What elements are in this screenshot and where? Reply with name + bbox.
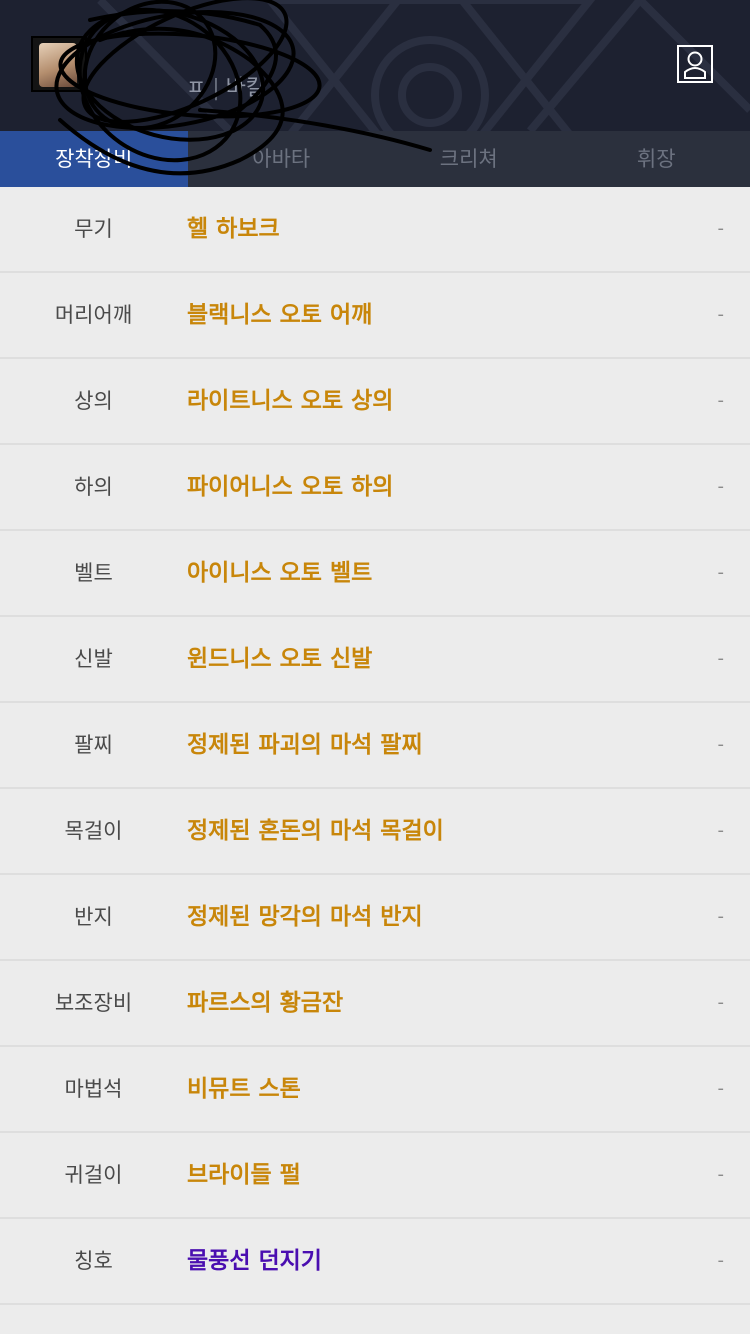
list-item[interactable]: 칭호 물풍선 던지기 - [0,1219,750,1305]
character-server: 바칼 [225,76,267,101]
slot-label: 상의 [74,389,113,413]
item-status: - [717,648,725,669]
item-name: 라이트니스 오토 상의 [187,388,394,414]
item-status: - [717,218,725,239]
item-status: - [717,1078,725,1099]
item-status: - [717,1164,725,1185]
character-avatar[interactable] [31,36,87,92]
list-item[interactable]: 머리어깨 블랙니스 오토 어깨 - [0,273,750,359]
item-name: 아이니스 오토 벨트 [187,560,373,586]
slot-label: 팔찌 [74,733,113,757]
item-name: 블랙니스 오토 어깨 [187,302,373,328]
item-status: - [717,820,725,841]
item-status: - [717,1250,725,1271]
item-status: - [717,476,725,497]
header-background-pattern [97,0,750,131]
item-name: 정제된 파괴의 마석 팔찌 [187,732,423,758]
item-name: 물풍선 던지기 [187,1248,322,1274]
slot-label: 마법석 [64,1077,123,1101]
item-name: 정제된 혼돈의 마석 목걸이 [187,818,444,844]
character-job: ㅍ [186,76,207,101]
tab-bar: 장착장비 아바타 크리쳐 휘장 [0,131,750,187]
list-item[interactable]: 하의 파이어니스 오토 하의 - [0,445,750,531]
slot-label: 칭호 [74,1249,113,1273]
item-name: 정제된 망각의 마석 반지 [187,904,423,930]
item-name: 헬 하보크 [187,216,280,242]
slot-label: 하의 [74,475,113,499]
person-icon [684,51,706,79]
info-separator: | [212,76,220,101]
item-name: 비뮤트 스톤 [187,1076,301,1102]
list-item[interactable]: 보조장비 파르스의 황금잔 - [0,961,750,1047]
list-item[interactable]: 귀걸이 브라이들 펄 - [0,1133,750,1219]
equipment-list: 무기 헬 하보크 - 머리어깨 블랙니스 오토 어깨 - 상의 라이트니스 오토… [0,187,750,1305]
item-status: - [717,734,725,755]
item-name: 윈드니스 오토 신발 [187,646,373,672]
avatar-image [39,43,77,87]
slot-label: 귀걸이 [64,1163,123,1187]
slot-label: 신발 [74,647,113,671]
item-name: 파르스의 황금잔 [187,990,344,1016]
slot-label: 목걸이 [64,819,123,843]
character-header: ㅍ | 바칼 [0,0,750,131]
item-name: 파이어니스 오토 하의 [187,474,394,500]
item-name: 브라이들 펄 [187,1162,301,1188]
tab-avatar[interactable]: 아바타 [188,131,376,187]
profile-button[interactable] [677,45,713,83]
item-status: - [717,304,725,325]
list-item[interactable]: 반지 정제된 망각의 마석 반지 - [0,875,750,961]
item-status: - [717,390,725,411]
slot-label: 무기 [74,217,113,241]
list-item[interactable]: 마법석 비뮤트 스톤 - [0,1047,750,1133]
slot-label: 벨트 [74,561,113,585]
item-status: - [717,562,725,583]
character-info: ㅍ | 바칼 [186,70,266,102]
list-item[interactable]: 무기 헬 하보크 - [0,187,750,273]
list-item[interactable]: 벨트 아이니스 오토 벨트 - [0,531,750,617]
tab-equipment[interactable]: 장착장비 [0,131,188,187]
tab-emblem[interactable]: 휘장 [563,131,750,187]
list-item[interactable]: 목걸이 정제된 혼돈의 마석 목걸이 - [0,789,750,875]
list-item[interactable]: 상의 라이트니스 오토 상의 - [0,359,750,445]
slot-label: 머리어깨 [54,303,133,327]
list-item[interactable]: 팔찌 정제된 파괴의 마석 팔찌 - [0,703,750,789]
slot-label: 보조장비 [54,991,133,1015]
item-status: - [717,906,725,927]
tab-creature[interactable]: 크리쳐 [375,131,563,187]
list-item[interactable]: 신발 윈드니스 오토 신발 - [0,617,750,703]
item-status: - [717,992,725,1013]
slot-label: 반지 [74,905,113,929]
